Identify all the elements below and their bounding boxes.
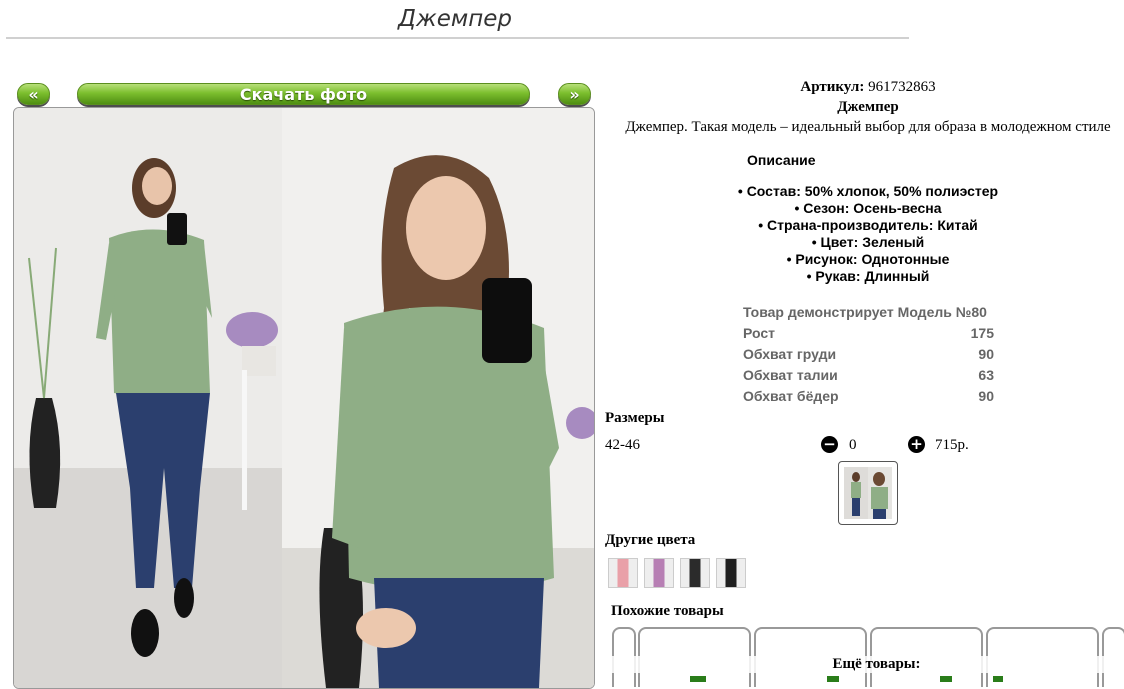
- minus-circle-icon[interactable]: −: [821, 436, 838, 453]
- more-products-heading: Ещё товары:: [605, 656, 1124, 673]
- measure-label: Рост: [743, 324, 775, 341]
- sku-line: Артикул: 961732863: [605, 79, 1124, 96]
- color-swatches: [608, 558, 746, 588]
- spec-item: Рукав: Длинный: [605, 268, 1124, 285]
- measure-value: 90: [978, 387, 994, 404]
- quantity-value: 0: [849, 437, 857, 453]
- similar-heading: Похожие товары: [611, 603, 724, 619]
- spec-list: Состав: 50% хлопок, 50% полиэстер Сезон:…: [605, 183, 1124, 285]
- product-link[interactable]: [690, 676, 706, 682]
- measure-row: Обхват груди 90: [743, 343, 994, 364]
- model-heading: Товар демонстрирует Модель №80: [743, 303, 987, 320]
- price: 715р.: [935, 437, 969, 453]
- measure-label: Обхват бёдер: [743, 387, 839, 404]
- product-photo-image: [14, 108, 594, 688]
- spec-item: Страна-производитель: Китай: [605, 217, 1124, 234]
- measure-label: Обхват груди: [743, 345, 837, 362]
- measure-row: Рост 175: [743, 322, 994, 343]
- download-photo-button[interactable]: Скачать фото: [77, 83, 530, 105]
- measure-row: Обхват бёдер 90: [743, 385, 994, 406]
- sku-label: Артикул:: [800, 79, 865, 95]
- product-link[interactable]: [993, 676, 1003, 682]
- measure-value: 63: [978, 366, 994, 383]
- plus-circle-icon[interactable]: +: [908, 436, 925, 453]
- product-link[interactable]: [827, 676, 839, 682]
- spec-item: Сезон: Осень-весна: [605, 200, 1124, 217]
- next-photo-button[interactable]: »: [558, 83, 591, 105]
- prev-photo-button[interactable]: «: [17, 83, 50, 105]
- measure-value: 175: [970, 324, 994, 341]
- size-thumbnail[interactable]: [838, 461, 898, 525]
- spec-item: Состав: 50% хлопок, 50% полиэстер: [605, 183, 1124, 200]
- measure-label: Обхват талии: [743, 366, 838, 383]
- sizes-heading: Размеры: [605, 410, 665, 426]
- model-measurements: Товар демонстрирует Модель №80 Рост 175 О…: [743, 301, 994, 406]
- color-swatch[interactable]: [680, 558, 710, 588]
- spec-item: Цвет: Зеленый: [605, 234, 1124, 251]
- description-heading: Описание: [747, 152, 816, 168]
- title-divider: [6, 37, 909, 39]
- product-photo[interactable]: [13, 107, 595, 689]
- size-value: 42-46: [605, 437, 640, 453]
- product-description: Джемпер. Такая модель – идеальный выбор …: [625, 119, 1111, 135]
- measure-value: 90: [978, 345, 994, 362]
- sku-value: 961732863: [868, 79, 936, 95]
- page-title: Джемпер: [398, 6, 512, 32]
- color-swatch[interactable]: [644, 558, 674, 588]
- product-name: Джемпер: [837, 99, 899, 115]
- thumbnail-image: [844, 467, 892, 519]
- spec-item: Рисунок: Однотонные: [605, 251, 1124, 268]
- measure-row: Обхват талии 63: [743, 364, 994, 385]
- color-swatch[interactable]: [608, 558, 638, 588]
- color-swatch[interactable]: [716, 558, 746, 588]
- product-link[interactable]: [940, 676, 952, 682]
- other-colors-heading: Другие цвета: [605, 532, 696, 548]
